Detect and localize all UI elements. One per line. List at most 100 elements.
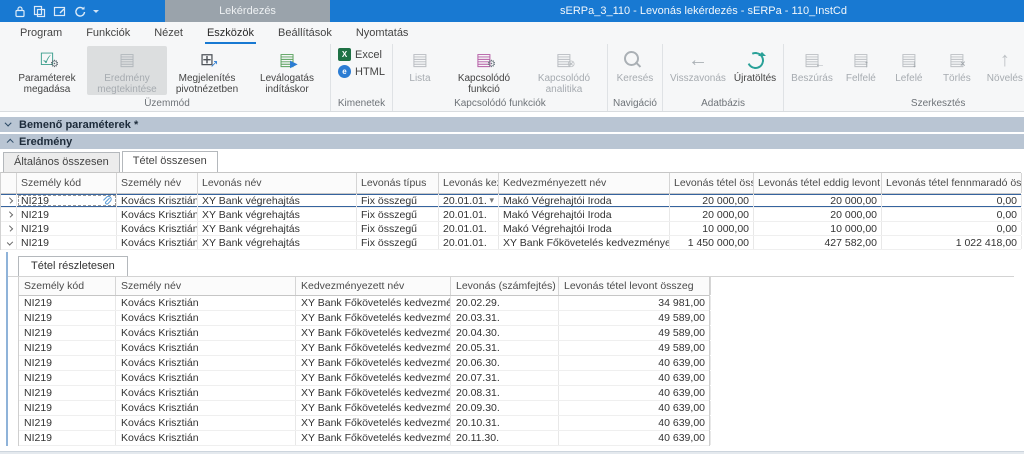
undo-arrow-icon [670, 47, 726, 73]
autorun-list-icon [251, 47, 323, 73]
column-header[interactable]: Személy kód [17, 173, 117, 193]
table-row[interactable]: NI219 Kovács Krisztián XY Bank Főkövetel… [19, 341, 709, 356]
refresh-icon[interactable] [73, 5, 86, 18]
increase-icon [985, 47, 1024, 73]
ribbon-button: Beszúrás [787, 46, 837, 84]
context-tab-lekerdezes[interactable]: Lekérdezés [165, 0, 330, 22]
table-row[interactable]: NI219 Kovács Krisztián XY Bank Főkövetel… [19, 431, 709, 446]
titlebar: Lekérdezés sERPa_3_110 - Levonás lekérde… [0, 0, 1024, 22]
ribbon-group-adatbazis: Visszavonás Újratöltés Adatbázis [663, 44, 784, 111]
edit-window-icon[interactable] [53, 5, 66, 18]
row-up-icon [841, 47, 881, 73]
menu-item[interactable]: Eszközök [195, 22, 266, 44]
ribbon-button[interactable]: Leválogatás indításkor [247, 46, 327, 95]
ribbon: Paraméterek megadása Eredmény megtekinté… [0, 44, 1024, 112]
detail-tab-tetel-reszletesen[interactable]: Tétel részletesen [18, 256, 128, 276]
result-tabs: Általános összesen Tétel összesen [0, 149, 1024, 172]
ribbon-button: Kapcsolódó analitika [524, 46, 604, 95]
column-header[interactable]: Személy név [116, 277, 296, 295]
result-tab[interactable]: Tétel összesen [122, 151, 218, 172]
column-header[interactable]: Levonás kezdete [439, 173, 499, 193]
menu-item[interactable]: Beállítások [266, 22, 344, 44]
excel-icon [338, 48, 351, 61]
html-icon [338, 65, 351, 78]
table-row[interactable]: NI219 Kovács Krisztián XY Bank végrehajt… [1, 236, 1021, 250]
menubar: Program Funkciók Nézet Eszközök Beállítá… [0, 22, 1024, 44]
date-dropdown-icon[interactable]: ▾ [489, 195, 494, 206]
table-row[interactable]: NI219 Kovács Krisztián XY Bank Főkövetel… [19, 356, 709, 371]
detail-region: Tétel részletesen Személy kód Személy né… [18, 255, 1024, 446]
ribbon-group-label: Navigáció [611, 97, 659, 111]
table-row[interactable]: NI219 Kovács Krisztián XY Bank végrehajt… [1, 208, 1021, 222]
master-grid-header: Személy kód Személy név Levonás név Levo… [1, 173, 1021, 194]
ribbon-group-uzemmod: Paraméterek megadása Eredmény megtekinté… [4, 44, 331, 111]
table-row[interactable]: NI219 Kovács Krisztián XY Bank Főkövetel… [19, 416, 709, 431]
row-expand-icon[interactable] [7, 211, 13, 217]
attachment-paperclip-icon[interactable] [101, 195, 112, 206]
related-function-icon [448, 47, 520, 73]
section-header-eredmeny[interactable]: Eredmény [0, 134, 1024, 149]
table-row[interactable]: NI219 Kovács Krisztián XY Bank végrehajt… [1, 222, 1021, 236]
ribbon-button[interactable]: Paraméterek megadása [7, 46, 87, 95]
ribbon-button: Felfelé [837, 46, 885, 84]
menu-item[interactable]: Program [8, 22, 74, 44]
ribbon-button[interactable]: Újratöltés [730, 46, 780, 84]
dropdown-caret-icon[interactable] [93, 10, 99, 16]
insert-row-icon [791, 47, 833, 73]
ribbon-button[interactable]: Excel [334, 46, 389, 63]
section-header-bemeno-parameterek[interactable]: Bemenő paraméterek * [0, 117, 1024, 132]
search-mag-icon [615, 47, 655, 73]
list-doc-icon [400, 47, 440, 73]
quick-access-toolbar [0, 5, 99, 18]
reload-icon [734, 47, 776, 73]
row-down-icon [889, 47, 929, 73]
column-header[interactable]: Kedvezményezett név [296, 277, 451, 295]
column-header[interactable]: Levonás tétel fennmaradó összeg [882, 173, 1022, 193]
row-expand-icon[interactable] [7, 197, 13, 203]
ribbon-button: Növelés [981, 46, 1024, 84]
table-row[interactable]: NI219 Kovács Krisztián XY Bank Főkövetel… [19, 401, 709, 416]
table-row[interactable]: NI219 Kovács Krisztián XY Bank Főkövetel… [19, 386, 709, 401]
menu-item[interactable]: Nézet [142, 22, 195, 44]
ribbon-group-label: Szerkesztés [787, 97, 1024, 111]
ribbon-button[interactable]: Megjelenítés pivotnézetben [167, 46, 247, 95]
window-title: sERPa_3_110 - Levonás lekérdezés - sERPa… [560, 0, 847, 22]
column-header[interactable]: Levonás típus [357, 173, 439, 193]
detail-grid-header: Személy kód Személy név Kedvezményezett … [19, 276, 709, 296]
table-row[interactable]: NI219 Kovács Krisztián XY Bank végrehajt… [1, 194, 1021, 208]
ribbon-button[interactable]: Kapcsolódó funkció [444, 46, 524, 95]
column-header[interactable]: Levonás név [198, 173, 357, 193]
chevron-up-icon [7, 139, 14, 146]
ribbon-button: Lefelé [885, 46, 933, 84]
column-header[interactable]: Kedvezményezett név [499, 173, 670, 193]
column-header[interactable]: Levonás tétel levont összeg [559, 277, 711, 295]
ribbon-group-kimenetek: Excel HTML Kimenetek [331, 44, 393, 111]
menu-item[interactable]: Funkciók [74, 22, 142, 44]
ribbon-button: Visszavonás [666, 46, 730, 84]
ribbon-group-navigacio: Keresés Navigáció [608, 44, 663, 111]
ribbon-button[interactable]: HTML [334, 63, 389, 80]
table-row[interactable]: NI219 Kovács Krisztián XY Bank Főkövetel… [19, 296, 709, 311]
column-header[interactable]: Levonás tétel eddig levont összeg [754, 173, 882, 193]
ribbon-button: Törlés [933, 46, 981, 84]
pivot-view-icon [171, 47, 243, 73]
column-header[interactable]: Személy név [117, 173, 198, 193]
menu-item[interactable]: Nyomtatás [344, 22, 421, 44]
ribbon-group-label: Kapcsolódó funkciók [396, 97, 604, 111]
table-row[interactable]: NI219 Kovács Krisztián XY Bank Főkövetel… [19, 326, 709, 341]
expand-column-header [1, 173, 17, 193]
params-checklist-icon [11, 47, 83, 73]
column-header[interactable]: Levonás (számfejtés) dátum [451, 277, 559, 295]
table-row[interactable]: NI219 Kovács Krisztián XY Bank Főkövetel… [19, 311, 709, 326]
ribbon-button: Lista [396, 46, 444, 84]
ribbon-button: Eredmény megtekintése [87, 46, 167, 95]
ribbon-group-label: Adatbázis [666, 97, 780, 111]
row-expand-icon[interactable] [7, 239, 13, 245]
row-expand-icon[interactable] [7, 225, 13, 231]
column-header[interactable]: Személy kód [19, 277, 116, 295]
table-row[interactable]: NI219 Kovács Krisztián XY Bank Főkövetel… [19, 371, 709, 386]
column-header[interactable]: Levonás tétel összeg [670, 173, 754, 193]
lock-icon[interactable] [14, 5, 26, 18]
copy-icon[interactable] [33, 5, 46, 18]
result-tab[interactable]: Általános összesen [3, 152, 120, 172]
